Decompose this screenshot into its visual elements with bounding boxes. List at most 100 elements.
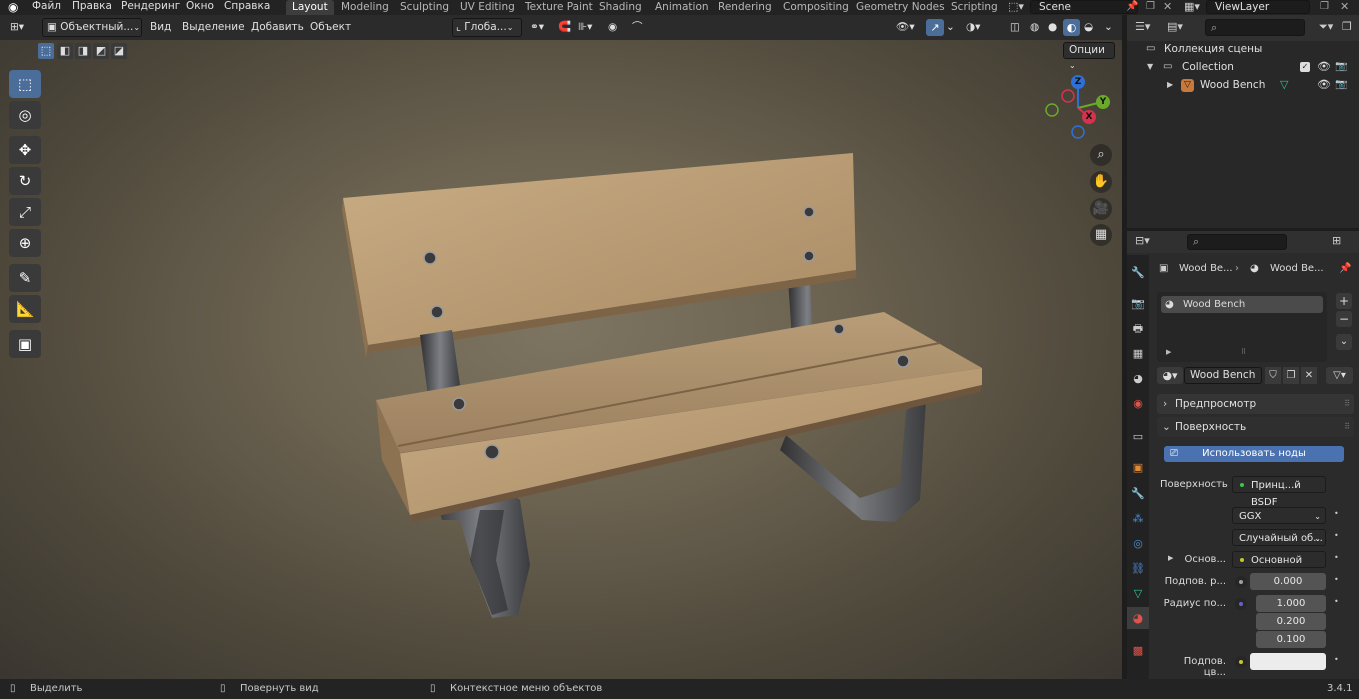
tool-annotate[interactable]: ✎: [9, 264, 41, 292]
tool-tab-icon[interactable]: 🔧: [1131, 266, 1145, 280]
resize-handle-icon[interactable]: ⠿: [1241, 348, 1246, 356]
breadcrumb-object[interactable]: Wood Be...: [1179, 260, 1233, 278]
tool-select-box[interactable]: ⬚: [9, 70, 41, 98]
menu-select[interactable]: Выделение: [182, 15, 245, 39]
render-tab-icon[interactable]: 📷: [1131, 297, 1145, 311]
display-mode-icon[interactable]: ▤▾: [1167, 20, 1183, 33]
material-name-field[interactable]: Wood Bench: [1184, 367, 1262, 384]
shading-rendered-icon[interactable]: ◒: [1084, 15, 1093, 39]
grid-perspective-icon[interactable]: ▦: [1090, 224, 1112, 246]
texture-tab-icon[interactable]: ▩: [1131, 644, 1145, 658]
data-tab-icon[interactable]: ▽: [1131, 587, 1145, 601]
menu-render[interactable]: Рендеринг: [121, 0, 180, 15]
modifier-tab-icon[interactable]: 🔧: [1131, 487, 1145, 501]
tab-sculpting[interactable]: Sculpting: [400, 0, 449, 15]
close-icon[interactable]: ✕: [1163, 0, 1172, 14]
select-intersect-icon[interactable]: ◪: [111, 43, 127, 59]
expand-arrow-icon[interactable]: ▶: [1167, 76, 1173, 94]
view-layer-icon[interactable]: ▦▾: [1184, 0, 1200, 14]
pin-icon[interactable]: 📌: [1126, 0, 1138, 14]
select-invert-icon[interactable]: ◩: [93, 43, 109, 59]
scene-selector[interactable]: Scene: [1030, 0, 1138, 14]
select-subtract-icon[interactable]: ◨: [75, 43, 91, 59]
duplicate-icon[interactable]: ❐: [1283, 367, 1299, 384]
tab-animation[interactable]: Animation: [655, 0, 709, 15]
material-slot-item[interactable]: ◕ Wood Bench: [1161, 296, 1323, 313]
gizmo-toggle-icon[interactable]: ↗: [926, 19, 944, 36]
tab-scripting[interactable]: Scripting: [951, 0, 998, 15]
view-layer-tab-icon[interactable]: ▦: [1131, 347, 1145, 361]
options-icon[interactable]: ⊞: [1332, 234, 1341, 247]
editor-type-icon[interactable]: ⊟▾: [1135, 234, 1150, 247]
physics-tab-icon[interactable]: ◎: [1131, 537, 1145, 551]
material-slot-list[interactable]: ◕ Wood Bench ▶ ⠿: [1157, 292, 1327, 362]
close-icon[interactable]: ✕: [1340, 0, 1349, 14]
3d-viewport[interactable]: ⬚ ◎ ✥ ↻ ⤢ ⊕ ✎ 📐 ▣ Z Y X ⌕ ✋ 🎥 ▦ Опции ⌄ …: [0, 40, 1122, 679]
navigation-gizmo[interactable]: Z Y X: [1040, 70, 1116, 146]
menu-window[interactable]: Окно: [186, 0, 214, 15]
distribution-dropdown[interactable]: GGX ⌄: [1232, 507, 1326, 524]
link-icon[interactable]: ▽▾: [1326, 367, 1353, 384]
select-extend-icon[interactable]: ◧: [57, 43, 73, 59]
radius-x-field[interactable]: 1.000: [1256, 595, 1326, 612]
xray-icon[interactable]: ◫: [1010, 15, 1020, 39]
new-collection-icon[interactable]: ❐: [1342, 20, 1352, 33]
tab-geometry-nodes[interactable]: Geometry Nodes: [856, 0, 945, 15]
base-color-field[interactable]: Основной цвет: [1232, 551, 1326, 583]
radius-y-field[interactable]: 0.200: [1256, 613, 1326, 630]
particles-tab-icon[interactable]: ⁂: [1131, 512, 1145, 526]
gizmo-y-axis[interactable]: Y: [1096, 95, 1110, 109]
properties-search-input[interactable]: ⌕: [1187, 234, 1287, 250]
radius-z-field[interactable]: 0.100: [1256, 631, 1326, 648]
subsurface-color-swatch[interactable]: [1250, 653, 1326, 670]
chevron-down-icon[interactable]: ⌄: [1336, 334, 1352, 350]
menu-add[interactable]: Добавить: [251, 15, 304, 39]
mode-selector[interactable]: ▣ Объектный...⌄: [42, 18, 142, 37]
tab-texture-paint[interactable]: Texture Paint: [525, 0, 593, 15]
shading-wireframe-icon[interactable]: ◍: [1030, 15, 1039, 39]
tab-compositing[interactable]: Compositing: [783, 0, 849, 15]
outliner-object-row[interactable]: ▶ ▽ Wood Bench ▽ 👁 📷: [1127, 76, 1359, 94]
copy-icon[interactable]: ❐: [1320, 0, 1329, 14]
tool-scale[interactable]: ⤢: [9, 198, 41, 226]
add-slot-button[interactable]: +: [1336, 293, 1352, 309]
gizmo-x-axis[interactable]: X: [1082, 110, 1096, 124]
fake-user-icon[interactable]: ⛉: [1265, 367, 1281, 384]
tab-shading[interactable]: Shading: [599, 0, 642, 15]
subsurface-field[interactable]: 0.000: [1250, 573, 1326, 590]
scene-icon[interactable]: ⬚▾: [1008, 0, 1024, 14]
surface-panel-header[interactable]: ⌄ Поверхность ⠿: [1157, 417, 1354, 437]
socket-icon[interactable]: [1235, 598, 1247, 610]
zoom-icon[interactable]: ⌕: [1090, 144, 1112, 166]
tab-rendering[interactable]: Rendering: [718, 0, 772, 15]
tool-move[interactable]: ✥: [9, 136, 41, 164]
collection-tab-icon[interactable]: ▭: [1131, 430, 1145, 444]
socket-icon[interactable]: [1235, 656, 1247, 668]
use-nodes-button[interactable]: ⎚ Использовать ноды: [1164, 446, 1344, 462]
eye-icon[interactable]: 👁: [1317, 76, 1331, 94]
remove-slot-button[interactable]: −: [1336, 311, 1352, 327]
copy-icon[interactable]: ❐: [1146, 0, 1155, 14]
drag-handle-icon[interactable]: ⠿: [1344, 394, 1350, 414]
falloff-icon[interactable]: ⌒: [632, 15, 643, 39]
options-dropdown[interactable]: Опции ⌄: [1063, 42, 1115, 70]
mesh-data-icon[interactable]: ▽: [1280, 76, 1288, 94]
outliner-scene-collection[interactable]: ▭ Коллекция сцены: [1127, 40, 1359, 58]
outliner-search-input[interactable]: ⌕: [1205, 19, 1305, 36]
object-tab-icon[interactable]: ▣: [1131, 461, 1145, 475]
visibility-icon[interactable]: 👁▾: [896, 15, 915, 39]
overlays-icon[interactable]: ◑▾: [966, 15, 980, 39]
drag-handle-icon[interactable]: ⠿: [1344, 417, 1350, 437]
shading-solid-icon[interactable]: ●: [1048, 15, 1057, 39]
blender-logo-icon[interactable]: ◉: [8, 0, 22, 14]
select-new-icon[interactable]: ⬚: [38, 43, 54, 59]
output-tab-icon[interactable]: 🖶: [1131, 322, 1145, 336]
wood-bench-model[interactable]: [0, 40, 1122, 679]
shading-material-icon[interactable]: ◐: [1063, 19, 1080, 36]
pin-icon[interactable]: 📌: [1339, 260, 1351, 278]
filter-icon[interactable]: ⏷▾: [1319, 20, 1333, 34]
menu-edit[interactable]: Правка: [72, 0, 112, 15]
tool-measure[interactable]: 📐: [9, 295, 41, 323]
orientation-selector[interactable]: ⌞ Глоба...⌄: [452, 18, 522, 37]
tool-rotate[interactable]: ↻: [9, 167, 41, 195]
